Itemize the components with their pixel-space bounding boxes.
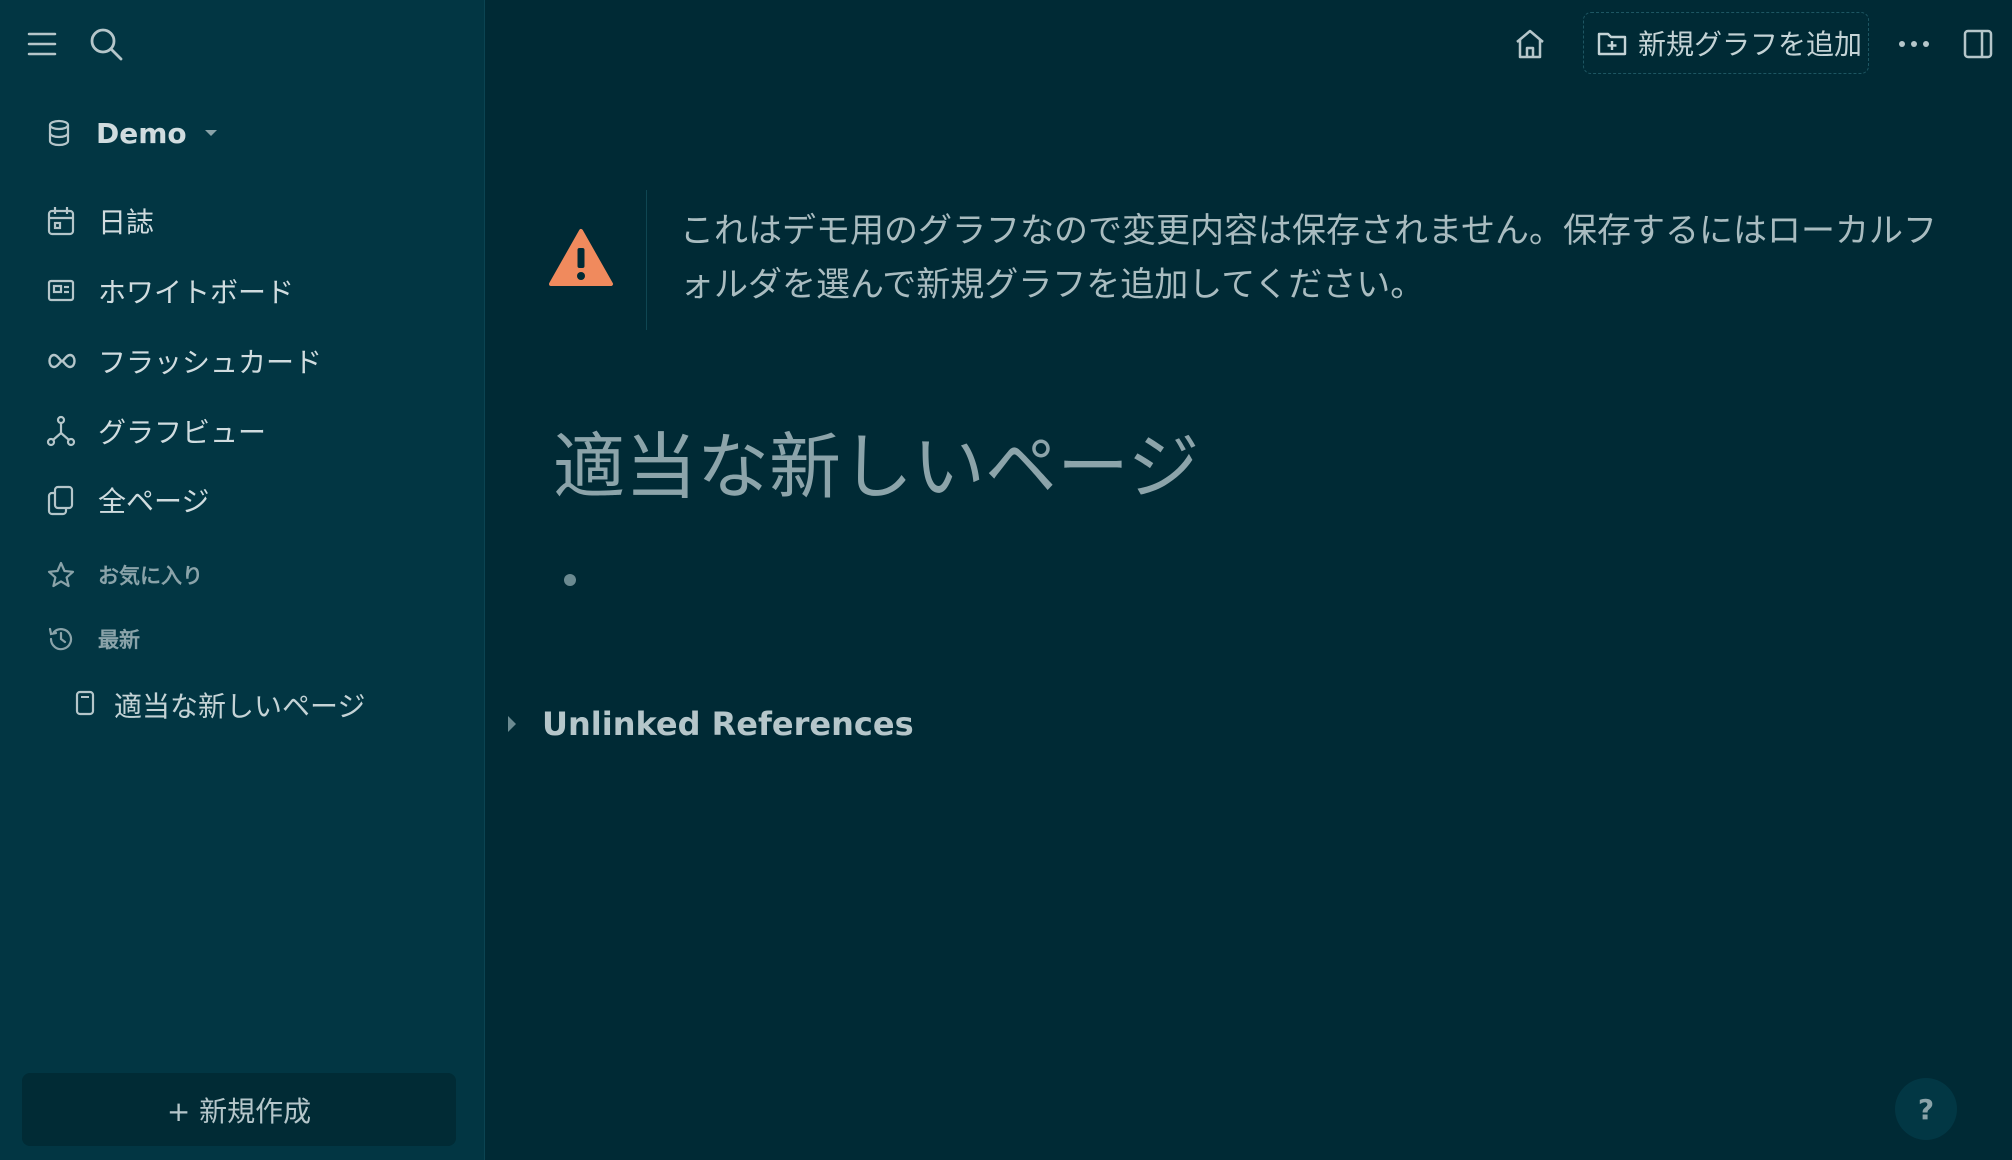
graph-name: Demo (96, 116, 187, 150)
warning-divider (646, 190, 647, 330)
folder-plus-icon (1597, 32, 1627, 56)
more-horizontal-icon (1899, 41, 1929, 47)
block-bullet[interactable] (564, 574, 576, 586)
help-label: ? (1917, 1092, 1935, 1126)
warning-message: これはデモ用のグラフなので変更内容は保存されません。保存するにはローカルフォルダ… (680, 211, 1937, 305)
nav-whiteboards[interactable]: ホワイトボード (40, 263, 460, 319)
unlinked-references-label: Unlinked References (542, 705, 914, 743)
infinity-icon (46, 351, 90, 371)
calendar-icon (46, 205, 90, 237)
warning-icon (548, 228, 614, 292)
search-button[interactable] (82, 20, 130, 68)
recent-label: 最新 (98, 628, 140, 652)
nav-label: 日誌 (98, 206, 155, 239)
recent-item[interactable]: 適当な新しいページ (74, 680, 365, 730)
nav-label: グラフビュー (98, 416, 267, 449)
recent-section[interactable]: 最新 (40, 614, 140, 664)
menu-icon (27, 32, 57, 56)
caret-right-icon (508, 716, 516, 732)
nav-flashcards[interactable]: フラッシュカード (40, 333, 460, 389)
nav-label: 全ページ (98, 485, 210, 518)
search-icon (90, 28, 123, 61)
new-page-label: + 新規作成 (166, 1094, 312, 1128)
nav-journals[interactable]: 日誌 (40, 193, 460, 249)
graph-icon (46, 415, 90, 447)
home-button[interactable] (1506, 20, 1554, 68)
more-options-button[interactable] (1890, 20, 1938, 68)
right-sidebar-toggle[interactable] (1954, 20, 2002, 68)
favorites-label: お気に入り (98, 564, 203, 588)
nav-graph-view[interactable]: グラフビュー (40, 403, 460, 459)
home-icon (1516, 29, 1544, 59)
demo-warning-banner: これはデモ用のグラフなので変更内容は保存されません。保存するにはローカルフォルダ… (548, 190, 1948, 330)
pages-icon (46, 484, 90, 516)
menu-toggle-button[interactable] (18, 20, 66, 68)
sidebar-right-icon (1963, 29, 1993, 59)
left-sidebar: Demo 日誌 ホワイトボード フラッシュカード グラフビュー 全ページ お気に… (0, 0, 485, 1160)
nav-label: ホワイトボード (98, 276, 295, 309)
help-button[interactable]: ? (1895, 1078, 1957, 1140)
database-icon (48, 119, 70, 147)
add-graph-label: 新規グラフを追加 (1638, 28, 1863, 61)
nav-all-pages[interactable]: 全ページ (40, 472, 460, 528)
recent-item-label: 適当な新しいページ (114, 690, 366, 723)
nav-label: フラッシュカード (98, 346, 323, 379)
whiteboard-icon (46, 277, 90, 305)
page-title[interactable]: 適当な新しいページ (553, 408, 1200, 513)
graph-selector[interactable]: Demo (46, 108, 219, 158)
history-icon (46, 624, 90, 654)
add-graph-button[interactable]: 新規グラフを追加 (1583, 12, 1869, 74)
favorites-section[interactable]: お気に入り (40, 550, 203, 600)
new-page-button[interactable]: + 新規作成 (22, 1073, 456, 1146)
page-icon (74, 690, 96, 720)
caret-down-icon (204, 130, 217, 136)
star-icon (46, 560, 90, 590)
unlinked-references-toggle[interactable]: Unlinked References (506, 700, 914, 748)
main-content (485, 0, 2012, 1160)
